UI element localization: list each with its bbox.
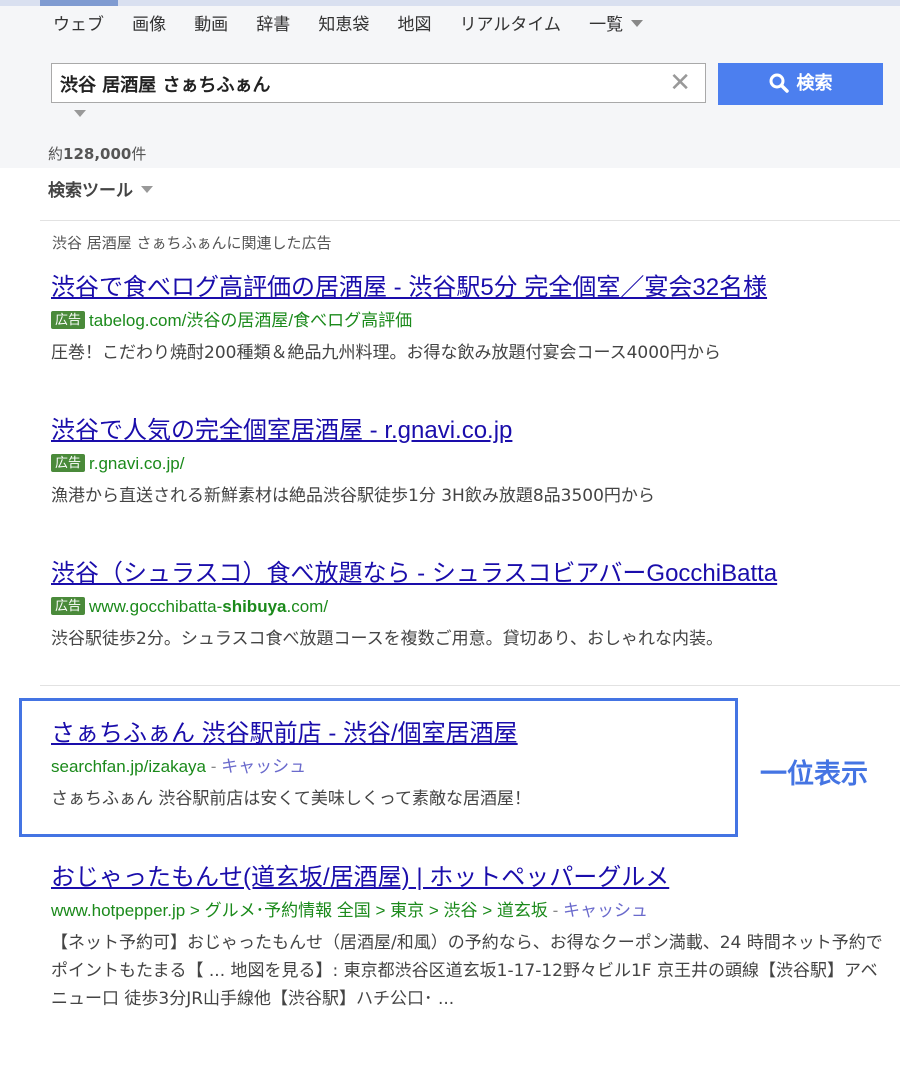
ad-url-post: .com/: [286, 597, 329, 616]
search-icon: [769, 73, 789, 93]
vertical-tabs: ウェブ 画像 動画 辞書 知恵袋 地図 リアルタイム 一覧: [53, 14, 666, 38]
results-count-number: 128,000: [63, 145, 132, 163]
ad-result: 渋谷で人気の完全個室居酒屋 - r.gnavi.co.jp 広告 r.gnavi.…: [51, 415, 896, 510]
result-description: 【ネット予約可】おじゃったもんせ（居酒屋/和風）の予約なら、お得なクーポン満載、…: [51, 933, 883, 1009]
ad-result: 渋谷で食べログ高評価の居酒屋 - 渋谷駅5分 完全個室／宴会32名様 広告 tab…: [51, 272, 896, 367]
ad-description: 漁港から直送される新鮮素材は絶品渋谷駅徒歩1分 3H飲み放題8品3500円から: [51, 486, 655, 506]
result-url-text[interactable]: searchfan.jp/izakaya: [51, 757, 206, 776]
url-separator: -: [205, 757, 222, 776]
ad-url: 広告 r.gnavi.co.jp/: [51, 452, 896, 476]
ad-description: 渋谷駅徒歩2分。シュラスコ食べ放題コースを複数ご用意。貸切あり、おしゃれな内装。: [51, 629, 723, 649]
result-title-link[interactable]: おじゃったもんせ(道玄坂/居酒屋) | ホットペッパーグルメ: [51, 862, 891, 894]
result-url: www.hotpepper.jp > グルメ･予約情報 全国 > 東京 > 渋谷…: [51, 899, 891, 923]
divider: [40, 685, 900, 686]
search-box: ✕: [51, 63, 706, 103]
ad-title-link[interactable]: 渋谷（シュラスコ）食べ放題なら - シュラスコビアバーGocchiBatta: [51, 558, 896, 590]
result-url-text[interactable]: www.hotpepper.jp > グルメ･予約情報 全国 > 東京 > 渋谷…: [51, 901, 548, 920]
tab-web[interactable]: ウェブ: [53, 14, 104, 36]
results-count: 約128,000件: [48, 143, 146, 164]
results-count-prefix: 約: [48, 145, 64, 163]
tab-videos[interactable]: 動画: [194, 14, 228, 36]
ad-url-text[interactable]: tabelog.com/渋谷の居酒屋/食べログ高評価: [89, 311, 412, 330]
search-button[interactable]: 検索: [718, 63, 883, 105]
tab-images[interactable]: 画像: [132, 14, 166, 36]
rank-annotation: 一位表示: [760, 759, 868, 790]
ad-badge: 広告: [51, 597, 86, 615]
ad-badge: 広告: [51, 311, 86, 329]
result-title-link[interactable]: さぁちふぁん 渋谷駅前店 - 渋谷/個室居酒屋: [51, 718, 896, 750]
tab-maps[interactable]: 地図: [397, 14, 431, 36]
ad-result: 渋谷（シュラスコ）食べ放題なら - シュラスコビアバーGocchiBatta 広…: [51, 558, 896, 653]
ad-url-bold: shibuya: [222, 597, 287, 616]
chevron-down-icon: [141, 186, 153, 193]
search-input[interactable]: [60, 72, 640, 96]
ad-url-text[interactable]: www.gocchibatta-shibuya.com/: [89, 597, 328, 616]
ad-url-text[interactable]: r.gnavi.co.jp/: [89, 454, 184, 473]
search-tools-toggle[interactable]: 検索ツール: [48, 176, 153, 201]
ad-url: 広告 www.gocchibatta-shibuya.com/: [51, 595, 896, 619]
ad-url-pre: www.gocchibatta-: [89, 597, 223, 616]
ad-title-link[interactable]: 渋谷で人気の完全個室居酒屋 - r.gnavi.co.jp: [51, 415, 896, 447]
ad-badge: 広告: [51, 454, 86, 472]
ad-description: 圧巻！こだわり焼酎200種類＆絶品九州料理。お得な飲み放題付宴会コース4000円…: [51, 343, 721, 363]
tab-dictionary[interactable]: 辞書: [256, 14, 290, 36]
search-header: ウェブ 画像 動画 辞書 知恵袋 地図 リアルタイム 一覧 ✕ 検索 約128,…: [0, 6, 900, 168]
chevron-down-icon: [631, 20, 644, 27]
ads-section-label: 渋谷 居酒屋 さぁちふぁんに関連した広告: [52, 234, 332, 252]
cache-link[interactable]: キャッシュ: [221, 757, 306, 776]
url-separator: -: [547, 901, 564, 920]
search-tools-label: 検索ツール: [48, 181, 133, 201]
tab-more[interactable]: 一覧: [589, 14, 644, 36]
ad-url: 広告 tabelog.com/渋谷の居酒屋/食べログ高評価: [51, 309, 896, 333]
tab-chiebukuro[interactable]: 知恵袋: [318, 14, 369, 36]
tab-realtime[interactable]: リアルタイム: [460, 14, 562, 36]
suggest-dropdown-icon[interactable]: [74, 110, 86, 117]
search-button-label: 検索: [796, 73, 833, 94]
clear-icon[interactable]: ✕: [669, 68, 691, 98]
search-result: おじゃったもんせ(道玄坂/居酒屋) | ホットペッパーグルメ www.hotpe…: [51, 862, 891, 1013]
ad-title-link[interactable]: 渋谷で食べログ高評価の居酒屋 - 渋谷駅5分 完全個室／宴会32名様: [51, 272, 896, 304]
results-count-suffix: 件: [131, 145, 147, 163]
cache-link[interactable]: キャッシュ: [563, 901, 648, 920]
divider: [40, 220, 900, 221]
tab-more-label: 一覧: [589, 15, 624, 35]
